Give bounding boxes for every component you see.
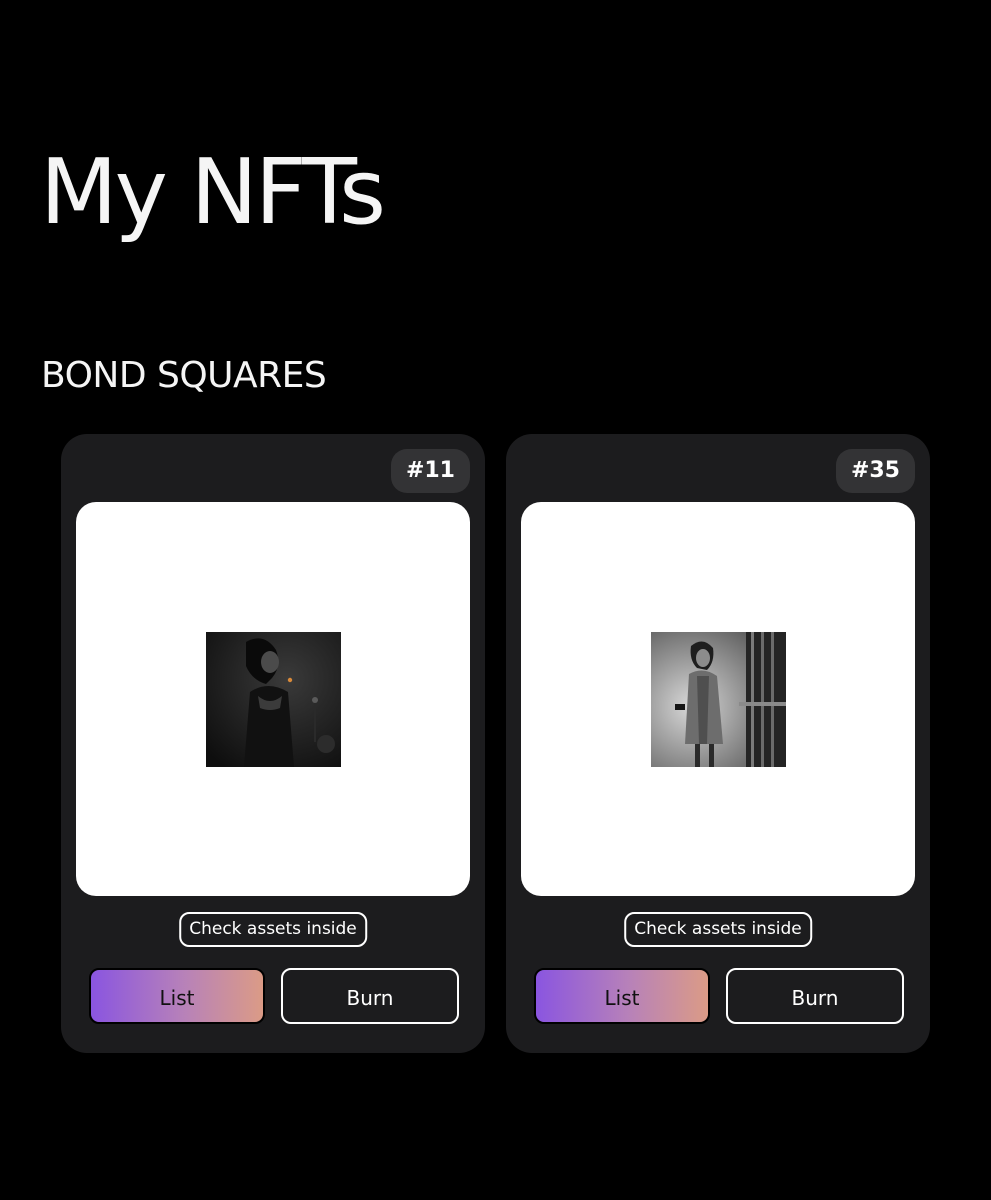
burn-button[interactable]: Burn: [726, 968, 904, 1024]
token-id-badge: #35: [835, 449, 915, 493]
nft-preview[interactable]: [521, 502, 915, 896]
burn-button[interactable]: Burn: [281, 968, 459, 1024]
list-button[interactable]: List: [89, 968, 265, 1024]
collection-title: BOND SQUARES: [41, 355, 327, 396]
nft-preview[interactable]: [76, 502, 470, 896]
list-button[interactable]: List: [534, 968, 710, 1024]
token-id-badge: #11: [390, 449, 470, 493]
nft-card: #11 Check assets inside List Burn: [61, 434, 485, 1053]
check-assets-button[interactable]: Check assets inside: [624, 912, 812, 947]
nft-image: [206, 632, 341, 767]
nft-card-list: #11 Check assets inside List Burn #35 Ch…: [61, 434, 930, 1053]
nft-card: #35 Check assets inside List Burn: [506, 434, 930, 1053]
check-assets-button[interactable]: Check assets inside: [179, 912, 367, 947]
page-title: My NFTs: [40, 140, 386, 245]
nft-image: [651, 632, 786, 767]
